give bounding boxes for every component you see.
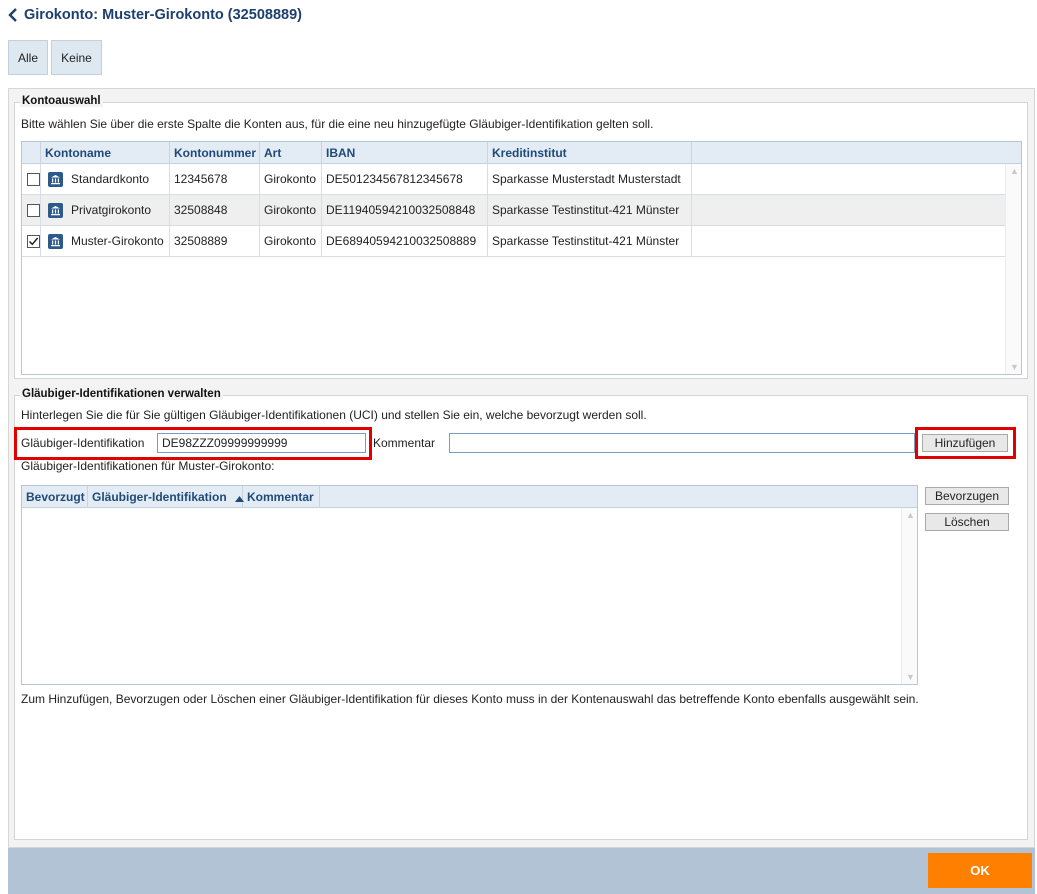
cell-iban: DE11940594210032508848: [322, 195, 488, 226]
cell-kontoname: Muster-Girokonto: [67, 226, 170, 257]
highlight-id-field: [14, 427, 372, 460]
highlight-add-button: [915, 427, 1016, 459]
kontoauswahl-description: Bitte wählen Sie über die erste Spalte d…: [21, 117, 654, 131]
glaeubiger-list-title: Gläubiger-Identifikationen für Muster-Gi…: [21, 459, 275, 473]
column-header-kommentar[interactable]: Kommentar: [243, 486, 320, 508]
cell-kontonummer: 32508848: [170, 195, 260, 226]
cell-kreditinstitut: Sparkasse Musterstadt Musterstadt: [488, 164, 692, 195]
back-chevron-icon[interactable]: [8, 8, 18, 22]
cell-art: Girokonto: [260, 195, 322, 226]
bank-icon: [48, 203, 63, 218]
column-header-kreditinstitut[interactable]: Kreditinstitut: [488, 142, 692, 164]
row-select-cell: [22, 164, 41, 195]
cell-kreditinstitut: Sparkasse Testinstitut-421 Münster: [488, 195, 692, 226]
delete-button[interactable]: Löschen: [925, 513, 1009, 531]
bank-icon: [48, 172, 63, 187]
row-checkbox[interactable]: [27, 173, 40, 186]
cell-art: Girokonto: [260, 164, 322, 195]
bank-icon: [48, 234, 63, 249]
kontoauswahl-legend: Kontoauswahl: [20, 95, 103, 107]
row-select-cell: [22, 226, 41, 257]
column-header-kontonummer[interactable]: Kontonummer: [170, 142, 260, 164]
scroll-up-icon[interactable]: ▲: [906, 510, 915, 520]
cell-kontoname: Standardkonto: [67, 164, 170, 195]
accounts-scrollbar[interactable]: ▲ ▼: [1005, 164, 1021, 374]
column-header-bevorzugt[interactable]: Bevorzugt: [22, 486, 88, 508]
ok-button[interactable]: OK: [928, 853, 1032, 888]
glaeubiger-description: Hinterlegen Sie die für Sie gültigen Glä…: [21, 408, 647, 422]
select-all-button[interactable]: Alle: [8, 40, 48, 75]
footer-bar: [8, 848, 1035, 894]
comment-label: Kommentar: [373, 436, 436, 450]
glaeubiger-legend: Gläubiger-Identifikationen verwalten: [20, 388, 223, 400]
cell-iban: DE68940594210032508889: [322, 226, 488, 257]
row-select-cell: [22, 195, 41, 226]
table-row[interactable]: Standardkonto 12345678 Girokonto DE50123…: [22, 164, 1005, 195]
row-checkbox[interactable]: [27, 204, 40, 217]
cell-kontoname: Privatgirokonto: [67, 195, 170, 226]
comment-input[interactable]: [449, 433, 915, 453]
glaeubiger-scrollbar[interactable]: ▲ ▼: [901, 508, 917, 684]
page-title: Girokonto: Muster-Girokonto (32508889): [24, 7, 302, 23]
table-row[interactable]: Muster-Girokonto 32508889 Girokonto DE68…: [22, 226, 1005, 257]
cell-kontonummer: 32508889: [170, 226, 260, 257]
cell-iban: DE501234567812345678: [322, 164, 488, 195]
page-title-bar: Girokonto: Muster-Girokonto (32508889): [8, 5, 302, 25]
cell-art: Girokonto: [260, 226, 322, 257]
column-header-glaeubiger-id-label: Gläubiger-Identifikation: [92, 490, 227, 504]
column-header-select: [22, 142, 41, 164]
accounts-table-header: Kontoname Kontonummer Art IBAN Kreditins…: [22, 142, 1021, 164]
column-header-art[interactable]: Art: [260, 142, 322, 164]
column-header-glaeubiger-id[interactable]: Gläubiger-Identifikation: [88, 486, 245, 508]
column-header-kontoname[interactable]: Kontoname: [41, 142, 170, 164]
accounts-table: Kontoname Kontonummer Art IBAN Kreditins…: [21, 141, 1022, 375]
select-none-button[interactable]: Keine: [51, 40, 102, 75]
glaeubiger-footnote: Zum Hinzufügen, Bevorzugen oder Löschen …: [21, 692, 919, 706]
glaeubiger-table-header: Bevorzugt Gläubiger-Identifikation Komme…: [22, 486, 917, 508]
column-header-iban[interactable]: IBAN: [322, 142, 488, 164]
scroll-up-icon[interactable]: ▲: [1010, 166, 1019, 176]
scroll-down-icon[interactable]: ▼: [906, 672, 915, 682]
table-row[interactable]: Privatgirokonto 32508848 Girokonto DE119…: [22, 195, 1005, 226]
scroll-down-icon[interactable]: ▼: [1010, 362, 1019, 372]
glaeubiger-table: Bevorzugt Gläubiger-Identifikation Komme…: [21, 485, 918, 685]
cell-kreditinstitut: Sparkasse Testinstitut-421 Münster: [488, 226, 692, 257]
cell-kontonummer: 12345678: [170, 164, 260, 195]
row-checkbox-checked[interactable]: [27, 235, 40, 248]
prefer-button[interactable]: Bevorzugen: [925, 487, 1009, 505]
